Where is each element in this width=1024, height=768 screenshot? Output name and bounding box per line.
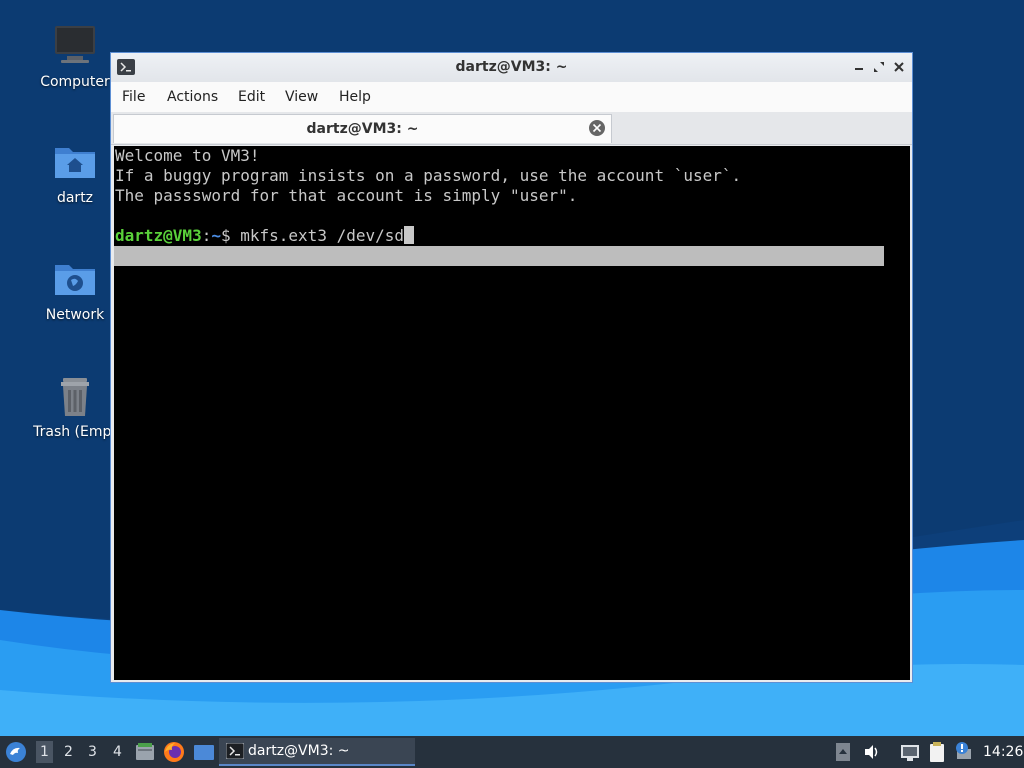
app-menu-icon[interactable] [5, 741, 27, 763]
desktop-icon-trash[interactable]: Trash (Empt [27, 372, 123, 440]
workspace-2[interactable]: 2 [64, 744, 73, 760]
desktop-icon-label: Trash (Empt [33, 424, 117, 440]
menu-edit[interactable]: Edit [238, 89, 265, 105]
terminal-window[interactable]: dartz@VM3: ~ File Actions Edit View Help… [110, 52, 913, 683]
window-title: dartz@VM3: ~ [455, 59, 568, 75]
minimize-button[interactable] [851, 59, 867, 75]
desktop-icon-label: Network [45, 307, 105, 323]
terminal-output[interactable]: Welcome to VM3! If a buggy program insis… [114, 146, 910, 680]
text-cursor [404, 226, 415, 244]
prompt-separator: : [201, 226, 212, 245]
file-manager-icon[interactable] [134, 741, 156, 763]
trash-icon [51, 372, 99, 420]
show-desktop-icon[interactable] [192, 741, 216, 763]
desktop-icon-home[interactable]: dartz [27, 138, 123, 206]
tray-expand-icon[interactable] [835, 742, 851, 762]
volume-icon[interactable] [862, 742, 882, 762]
task-label: dartz@VM3: ~ [248, 743, 350, 759]
tab-bar: dartz@VM3: ~ [111, 112, 912, 145]
prompt-path: ~ [211, 226, 221, 245]
close-button[interactable] [891, 59, 907, 75]
prompt-user: dartz@VM3 [115, 226, 202, 245]
menu-view[interactable]: View [285, 89, 318, 105]
tab-label: dartz@VM3: ~ [306, 121, 419, 137]
command-input[interactable]: mkfs.ext3 /dev/sd [240, 226, 404, 245]
taskbar: 1 2 3 4 dartz@VM3: ~ 14:26 [0, 736, 1024, 768]
desktop-icon-network[interactable]: Network [27, 255, 123, 323]
workspace-1[interactable]: 1 [36, 741, 53, 763]
menu-help[interactable]: Help [339, 89, 371, 105]
terminal-line: If a buggy program insists on a password… [115, 166, 742, 185]
clipboard-icon[interactable] [927, 741, 947, 763]
firefox-icon[interactable] [163, 741, 185, 763]
network-status-icon[interactable] [899, 742, 921, 762]
menu-bar: File Actions Edit View Help [111, 82, 912, 112]
tab-close-icon[interactable] [588, 119, 606, 137]
completion-highlight [114, 246, 884, 266]
desktop-icon-label: dartz [56, 190, 94, 206]
terminal-icon [226, 743, 244, 759]
prompt-symbol: $ [220, 226, 241, 245]
network-folder-icon [51, 255, 99, 303]
desktop-icon-computer[interactable]: Computer [27, 22, 123, 90]
home-folder-icon [51, 138, 99, 186]
prompt-line: dartz@VM3:~$ mkfs.ext3 /dev/sd [115, 226, 415, 246]
workspace-3[interactable]: 3 [88, 744, 97, 760]
maximize-button[interactable] [871, 59, 887, 75]
menu-actions[interactable]: Actions [167, 89, 218, 105]
task-terminal[interactable]: dartz@VM3: ~ [219, 738, 415, 766]
computer-icon [51, 22, 99, 70]
desktop-icon-label: Computer [40, 74, 110, 90]
clock[interactable]: 14:26 [983, 744, 1023, 760]
menu-file[interactable]: File [122, 89, 145, 105]
terminal-line: The passsword for that account is simply… [115, 186, 578, 205]
workspace-4[interactable]: 4 [113, 744, 122, 760]
window-titlebar[interactable]: dartz@VM3: ~ [111, 53, 912, 83]
updates-icon[interactable] [953, 741, 975, 763]
tab-terminal[interactable]: dartz@VM3: ~ [113, 114, 612, 143]
terminal-line: Welcome to VM3! [115, 146, 260, 165]
